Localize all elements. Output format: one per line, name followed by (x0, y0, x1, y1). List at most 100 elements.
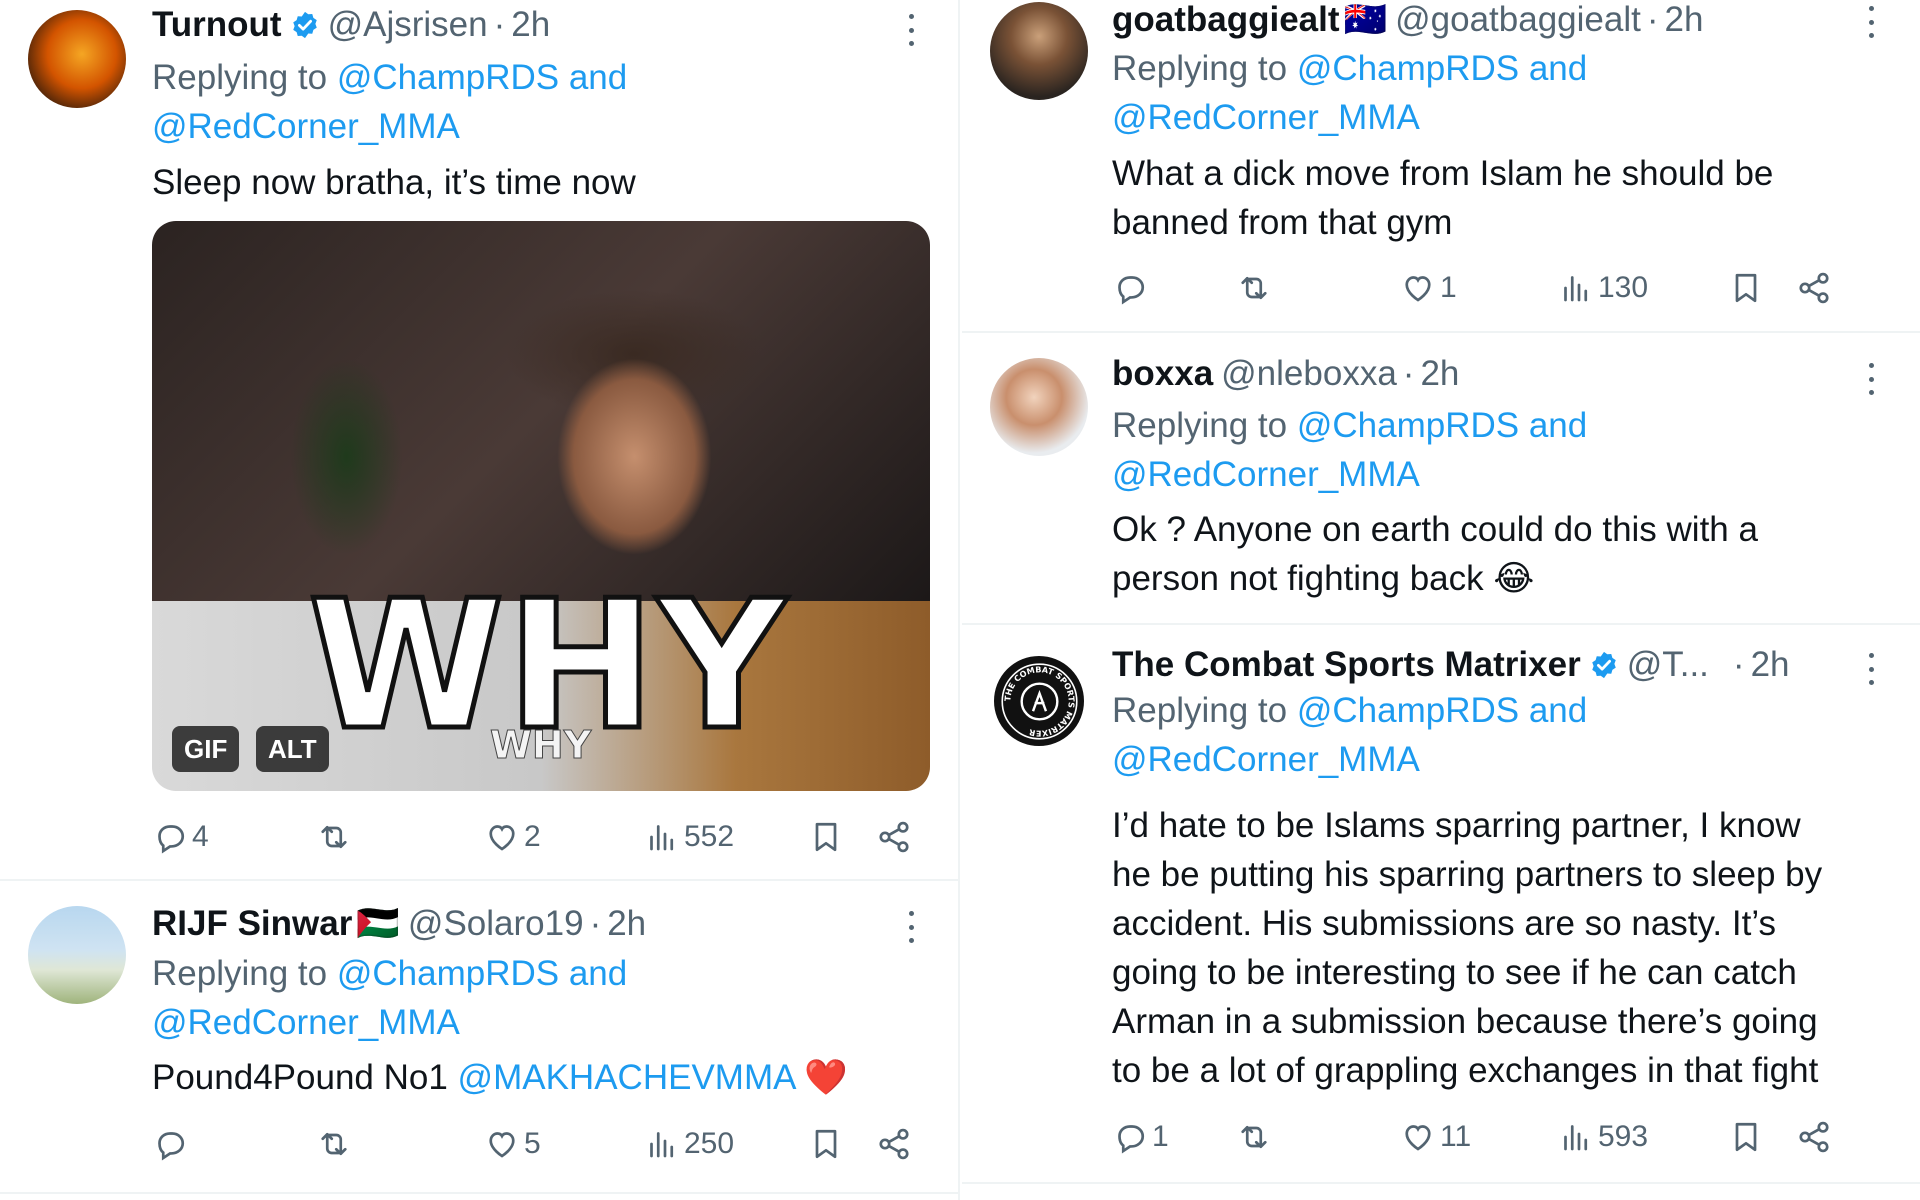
bookmark-button[interactable] (1728, 266, 1764, 310)
more-icon[interactable] (1856, 649, 1886, 689)
avatar[interactable] (28, 10, 126, 108)
display-name[interactable]: Turnout (152, 3, 282, 47)
reply-button[interactable]: 1 (1112, 1115, 1169, 1159)
mention-link[interactable]: @ChampRDS and (1297, 49, 1587, 88)
mention-link[interactable]: @RedCorner_MMA (152, 1003, 460, 1042)
bookmark-icon (1728, 270, 1764, 306)
bookmark-button[interactable] (808, 815, 844, 859)
mention-link[interactable]: @RedCorner_MMA (1112, 98, 1420, 137)
avatar[interactable] (28, 906, 126, 1004)
reply-icon (152, 1126, 188, 1162)
like-button[interactable]: 2 (484, 815, 541, 859)
share-icon (876, 819, 912, 855)
reply-icon (152, 819, 188, 855)
tweet-actions: 5 250 (152, 1122, 930, 1166)
retweet-button[interactable] (316, 815, 352, 859)
mention-link[interactable]: @RedCorner_MMA (1112, 740, 1420, 779)
share-icon (1796, 270, 1832, 306)
share-button[interactable] (876, 1122, 912, 1166)
retweet-icon (316, 1126, 352, 1162)
replying-to: Replying to @ChampRDS and @RedCorner_MMA (1112, 686, 1587, 784)
user-handle[interactable]: @Solaro19 (408, 902, 584, 946)
view-count: 552 (684, 820, 735, 853)
user-handle[interactable]: @goatbaggiealt (1395, 0, 1641, 42)
reply-button[interactable] (152, 1122, 188, 1166)
retweet-button[interactable] (1236, 1115, 1272, 1159)
tweet-rijf-sinwar[interactable]: RIJF Sinwar 🇵🇸 @Solaro19 · 2h Replying t… (0, 882, 960, 1192)
separator-dot: · (589, 904, 602, 943)
avatar[interactable] (990, 358, 1088, 456)
tweet-text-plain: Pound4Pound No1 (152, 1058, 448, 1097)
retweet-button[interactable] (316, 1122, 352, 1166)
like-icon (1400, 1119, 1436, 1155)
reply-button[interactable]: 4 (152, 815, 209, 859)
heart-emoji: ❤️ (804, 1058, 848, 1097)
display-name[interactable]: RIJF Sinwar (152, 902, 352, 946)
timestamp[interactable]: 2h (1751, 643, 1790, 687)
more-icon[interactable] (896, 907, 926, 947)
timestamp[interactable]: 2h (511, 3, 550, 47)
tweet-text-line: he be putting his sparring partners to s… (1112, 855, 1823, 894)
replying-to: Replying to @ChampRDS and @RedCorner_MMA (152, 949, 627, 1047)
gif-subcaption: WHY (489, 723, 592, 768)
reply-button[interactable] (1112, 266, 1148, 310)
like-button[interactable]: 11 (1400, 1115, 1471, 1159)
like-button[interactable]: 1 (1400, 266, 1457, 310)
mention-link[interactable]: @RedCorner_MMA (152, 107, 460, 146)
views-button[interactable]: 593 (1558, 1115, 1648, 1159)
mention-link[interactable]: @ChampRDS and (337, 954, 627, 993)
more-icon[interactable] (896, 10, 926, 50)
views-button[interactable]: 250 (644, 1122, 734, 1166)
timestamp[interactable]: 2h (607, 902, 646, 946)
like-button[interactable]: 5 (484, 1122, 541, 1166)
mention-link[interactable]: @ChampRDS and (337, 58, 627, 97)
combat-logo-icon: THE COMBAT SPORTS MATRIXER (1000, 662, 1078, 740)
user-handle[interactable]: @nleboxxa (1221, 352, 1397, 396)
retweet-button[interactable] (1236, 266, 1272, 310)
timestamp[interactable]: 2h (1665, 0, 1704, 42)
tweet-text: Sleep now bratha, it’s time now (152, 163, 636, 202)
gif-media[interactable]: WHY WHY GIF ALT (152, 221, 930, 791)
like-count: 11 (1440, 1120, 1472, 1153)
avatar[interactable] (990, 2, 1088, 100)
user-handle[interactable]: @Ajsrisen (328, 3, 488, 47)
flag-emoji: 🇵🇸 (356, 904, 400, 943)
share-button[interactable] (876, 815, 912, 859)
tweet-boxxa[interactable]: boxxa @nleboxxa · 2h Replying to @ChampR… (960, 333, 1920, 625)
bookmark-button[interactable] (1728, 1115, 1764, 1159)
views-button[interactable]: 130 (1558, 266, 1648, 310)
display-name[interactable]: boxxa (1112, 352, 1213, 396)
bookmark-icon (1728, 1119, 1764, 1155)
avatar[interactable]: THE COMBAT SPORTS MATRIXER (990, 652, 1088, 750)
tweet-turnout[interactable]: Turnout @Ajsrisen · 2h Replying to @Cham… (0, 0, 960, 880)
replying-to-label: Replying to (152, 954, 328, 993)
more-icon[interactable] (1856, 2, 1886, 42)
display-name[interactable]: goatbaggiealt (1112, 0, 1340, 42)
bookmark-button[interactable] (808, 1122, 844, 1166)
views-button[interactable]: 552 (644, 815, 734, 859)
mention-link[interactable]: @MAKHACHEVMMA (458, 1058, 795, 1097)
user-handle[interactable]: @T... (1627, 643, 1709, 687)
left-column: Turnout @Ajsrisen · 2h Replying to @Cham… (0, 0, 960, 1200)
mention-link[interactable]: @ChampRDS and (1297, 691, 1587, 730)
views-icon (1558, 270, 1594, 306)
separator-dot: · (1402, 354, 1415, 393)
like-icon (1400, 270, 1436, 306)
mention-link[interactable]: @RedCorner_MMA (1112, 455, 1420, 494)
retweet-icon (1236, 1119, 1272, 1155)
timestamp[interactable]: 2h (1420, 352, 1459, 396)
tweet-goatbaggiealt[interactable]: goatbaggiealt 🇦🇺 @goatbaggiealt · 2h Rep… (960, 0, 1920, 333)
retweet-icon (1236, 270, 1272, 306)
more-icon[interactable] (1856, 359, 1886, 399)
tweet-combat-sports-matrixer[interactable]: THE COMBAT SPORTS MATRIXER The Combat Sp… (960, 625, 1920, 1185)
tweet-divider (0, 879, 958, 881)
mention-link[interactable]: @ChampRDS and (1297, 406, 1587, 445)
bookmark-icon (808, 1126, 844, 1162)
verified-badge-icon (1589, 650, 1619, 680)
display-name[interactable]: The Combat Sports Matrixer (1112, 643, 1581, 687)
retweet-icon (316, 819, 352, 855)
tweet-divider (962, 1182, 1920, 1184)
alt-badge[interactable]: ALT (256, 726, 329, 772)
share-button[interactable] (1796, 266, 1832, 310)
share-button[interactable] (1796, 1115, 1832, 1159)
